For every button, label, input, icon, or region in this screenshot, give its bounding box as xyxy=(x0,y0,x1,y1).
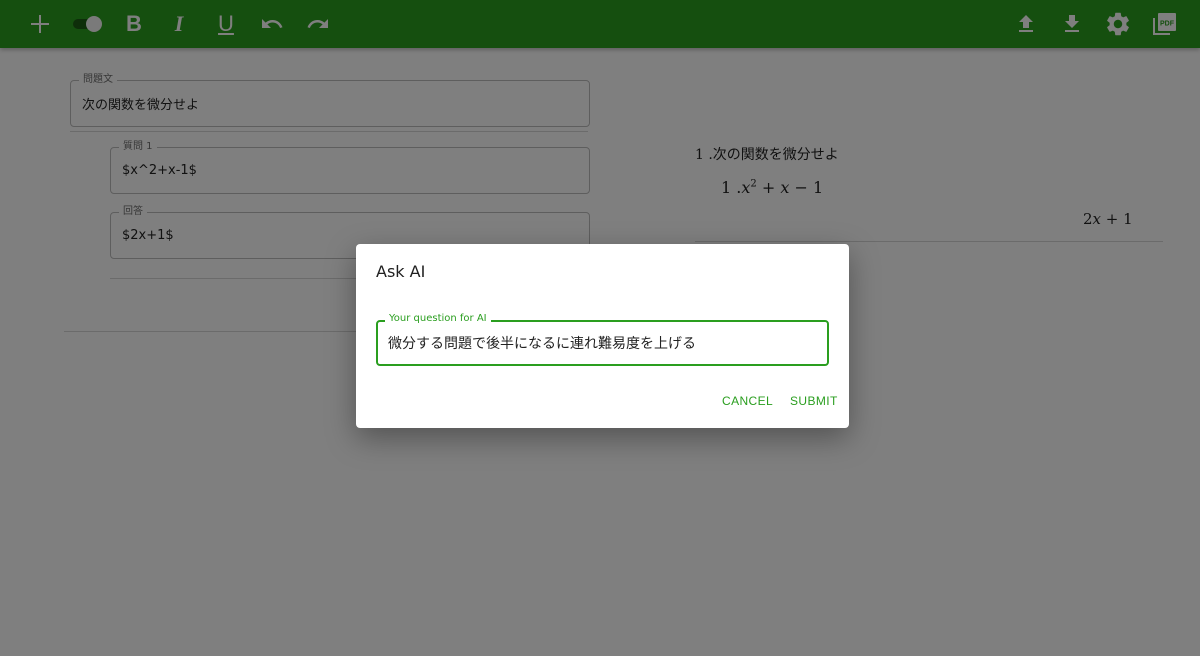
ai-question-label: Your question for AI xyxy=(385,313,491,324)
ai-question-input[interactable] xyxy=(388,332,818,354)
dialog-title: Ask AI xyxy=(376,262,426,281)
ai-question-field[interactable]: Your question for AI xyxy=(376,313,829,366)
ask-ai-dialog: Ask AI Your question for AI CANCEL SUBMI… xyxy=(356,244,849,428)
cancel-button[interactable]: CANCEL xyxy=(722,394,773,408)
submit-button[interactable]: SUBMIT xyxy=(790,394,838,408)
